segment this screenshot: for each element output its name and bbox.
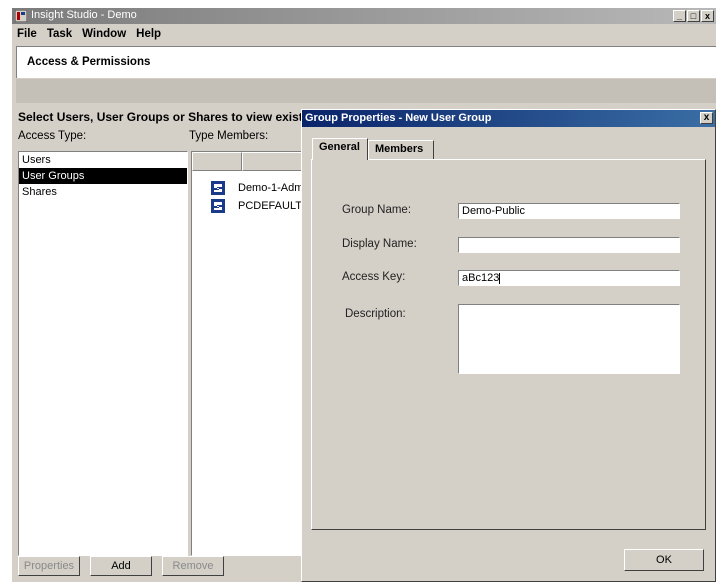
member-item[interactable]: PCDEFAULT bbox=[210, 197, 302, 215]
page-title: Access & Permissions bbox=[27, 56, 151, 68]
user-group-icon bbox=[211, 199, 225, 213]
group-name-label: Group Name: bbox=[342, 204, 412, 216]
access-type-user-groups[interactable]: User Groups bbox=[19, 168, 187, 184]
description-textarea[interactable] bbox=[458, 304, 680, 374]
menu-window[interactable]: Window bbox=[77, 26, 131, 44]
member-item[interactable]: Demo-1-Adm bbox=[210, 179, 303, 197]
toolbar-strip bbox=[16, 79, 716, 103]
access-type-users[interactable]: Users bbox=[19, 152, 187, 168]
access-type-list: Users User Groups Shares bbox=[18, 151, 188, 556]
text-caret bbox=[499, 272, 501, 284]
description-label: Description: bbox=[345, 308, 406, 320]
group-name-field[interactable]: Demo-Public bbox=[458, 203, 680, 219]
group-properties-dialog: Group Properties - New User Group x Gene… bbox=[301, 109, 716, 582]
type-members-list: Demo-1-Adm PCDEFAULT bbox=[191, 151, 316, 556]
menu-help[interactable]: Help bbox=[131, 26, 166, 44]
member-label: Demo-1-Adm bbox=[238, 182, 304, 194]
column-header-icon[interactable] bbox=[192, 152, 242, 171]
page-banner: Access & Permissions bbox=[16, 46, 716, 78]
access-key-value: aBc123 bbox=[462, 272, 500, 284]
general-tab-panel: Group Name: Demo-Public Display Name: Ac… bbox=[311, 159, 706, 530]
access-key-label: Access Key: bbox=[342, 271, 406, 283]
add-button[interactable]: Add bbox=[90, 556, 152, 576]
access-key-field[interactable]: aBc123 bbox=[458, 270, 680, 286]
user-group-icon bbox=[211, 181, 225, 195]
access-type-shares[interactable]: Shares bbox=[19, 184, 187, 200]
access-type-label: Access Type: bbox=[18, 130, 87, 142]
properties-button[interactable]: Properties bbox=[18, 556, 80, 576]
title-bar[interactable]: Insight Studio - Demo _ □ x bbox=[12, 8, 716, 24]
tab-members[interactable]: Members bbox=[368, 140, 434, 159]
dialog-title[interactable]: Group Properties - New User Group bbox=[302, 110, 715, 127]
member-label: PCDEFAULT bbox=[238, 200, 302, 212]
app-icon bbox=[14, 9, 28, 23]
display-name-label: Display Name: bbox=[342, 238, 417, 250]
ok-button[interactable]: OK bbox=[624, 549, 704, 571]
maximize-button[interactable]: □ bbox=[687, 10, 700, 22]
menu-file[interactable]: File bbox=[12, 26, 42, 44]
menu-task[interactable]: Task bbox=[42, 26, 77, 44]
remove-button[interactable]: Remove bbox=[162, 556, 224, 576]
display-name-field[interactable] bbox=[458, 237, 680, 253]
menu-bar: File Task Window Help bbox=[12, 26, 166, 44]
type-members-label: Type Members: bbox=[189, 130, 269, 142]
dialog-close-button[interactable]: x bbox=[700, 112, 713, 124]
close-window-button[interactable]: x bbox=[701, 10, 714, 22]
tab-general[interactable]: General bbox=[312, 138, 368, 160]
minimize-button[interactable]: _ bbox=[673, 10, 686, 22]
window-title: Insight Studio - Demo bbox=[31, 9, 137, 21]
